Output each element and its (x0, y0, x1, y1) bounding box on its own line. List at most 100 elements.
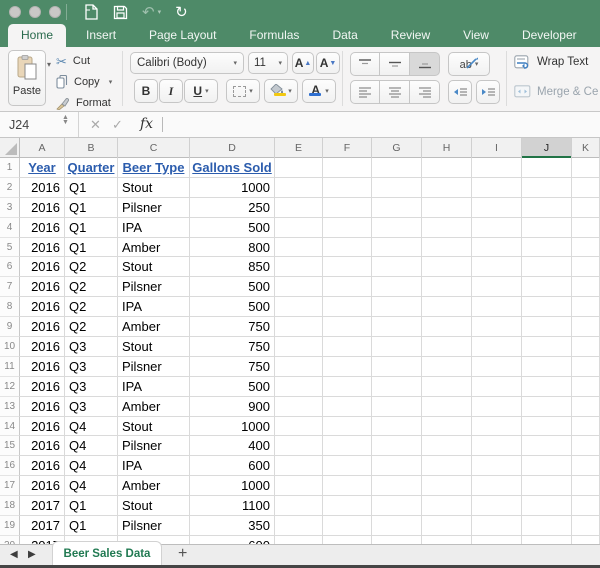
cell-D10[interactable]: 750 (190, 337, 275, 357)
cell-A6[interactable]: 2016 (20, 257, 65, 278)
bold-button[interactable]: B (134, 79, 158, 103)
cell-C2[interactable]: Stout (118, 177, 190, 198)
cell-J2[interactable] (522, 177, 572, 198)
cell-I17[interactable] (472, 476, 522, 497)
cell-F18[interactable] (323, 496, 372, 517)
cell-E15[interactable] (275, 436, 323, 457)
row-header-18[interactable]: 18 (0, 496, 20, 517)
cell-D4[interactable]: 500 (190, 217, 275, 238)
col-header-A[interactable]: A (20, 138, 65, 158)
cell-G18[interactable] (372, 496, 422, 517)
cell-A2[interactable]: 2016 (20, 177, 65, 198)
name-box[interactable]: J24 (9, 118, 29, 132)
copy-dropdown-icon[interactable]: ▾ (109, 78, 113, 86)
cell-H8[interactable] (422, 297, 472, 318)
cell-F3[interactable] (323, 197, 372, 218)
cell-B5[interactable]: Q1 (65, 237, 118, 258)
cell-E1[interactable] (275, 158, 323, 178)
cell-A17[interactable]: 2016 (20, 476, 65, 497)
cell-J13[interactable] (522, 396, 572, 417)
row-header-5[interactable]: 5 (0, 237, 20, 258)
cell-H1[interactable] (422, 158, 472, 178)
cell-F12[interactable] (323, 376, 372, 397)
cell-K11[interactable] (572, 356, 600, 377)
cell-B19[interactable]: Q1 (65, 516, 118, 536)
cell-F16[interactable] (323, 456, 372, 477)
cell-C14[interactable]: Stout (118, 416, 190, 437)
cell-F10[interactable] (323, 337, 372, 357)
cell-J9[interactable] (522, 317, 572, 338)
cell-E8[interactable] (275, 297, 323, 318)
cell-K3[interactable] (572, 197, 600, 218)
cell-I6[interactable] (472, 257, 522, 278)
cell-H2[interactable] (422, 177, 472, 198)
cell-D19[interactable]: 350 (190, 516, 275, 536)
cell-C7[interactable]: Pilsner (118, 277, 190, 298)
cell-A3[interactable]: 2016 (20, 197, 65, 218)
cell-F14[interactable] (323, 416, 372, 437)
cell-B14[interactable]: Q4 (65, 416, 118, 437)
cell-B11[interactable]: Q3 (65, 356, 118, 377)
cell-B18[interactable]: Q1 (65, 496, 118, 517)
row-header-3[interactable]: 3 (0, 197, 20, 218)
cell-E17[interactable] (275, 476, 323, 497)
cell-C6[interactable]: Stout (118, 257, 190, 278)
cell-D18[interactable]: 1100 (190, 496, 275, 517)
cell-C18[interactable]: Stout (118, 496, 190, 517)
cell-I11[interactable] (472, 356, 522, 377)
cell-K19[interactable] (572, 516, 600, 536)
cell-J11[interactable] (522, 356, 572, 377)
cell-I20[interactable] (472, 535, 522, 544)
row-header-10[interactable]: 10 (0, 337, 20, 357)
row-header-4[interactable]: 4 (0, 217, 20, 238)
col-header-D[interactable]: D (190, 138, 275, 158)
formula-input[interactable] (166, 112, 600, 137)
cell-K15[interactable] (572, 436, 600, 457)
cell-C9[interactable]: Amber (118, 317, 190, 338)
cell-D14[interactable]: 1000 (190, 416, 275, 437)
enter-icon[interactable]: ✓ (112, 117, 123, 133)
cell-C19[interactable]: Pilsner (118, 516, 190, 536)
cell-E5[interactable] (275, 237, 323, 258)
cell-D1[interactable]: Gallons Sold (190, 158, 275, 178)
cell-I16[interactable] (472, 456, 522, 477)
cell-B17[interactable]: Q4 (65, 476, 118, 497)
cell-J18[interactable] (522, 496, 572, 517)
merge-center-button[interactable]: Merge & Ce (514, 85, 598, 98)
cell-K16[interactable] (572, 456, 600, 477)
cell-G2[interactable] (372, 177, 422, 198)
cell-A13[interactable]: 2016 (20, 396, 65, 417)
cell-A12[interactable]: 2016 (20, 376, 65, 397)
cell-F6[interactable] (323, 257, 372, 278)
cell-D8[interactable]: 500 (190, 297, 275, 318)
borders-button[interactable]: ▾ (226, 79, 260, 103)
insert-function-icon[interactable]: fx (140, 116, 153, 132)
cell-H3[interactable] (422, 197, 472, 218)
cell-I3[interactable] (472, 197, 522, 218)
cell-G17[interactable] (372, 476, 422, 497)
font-color-button[interactable]: A ▾ (302, 79, 336, 103)
cell-C17[interactable]: Amber (118, 476, 190, 497)
cell-A7[interactable]: 2016 (20, 277, 65, 298)
align-middle-button[interactable] (380, 52, 410, 76)
ribbon-tab-insert[interactable]: Insert (73, 24, 129, 47)
cell-A5[interactable]: 2016 (20, 237, 65, 258)
cell-H18[interactable] (422, 496, 472, 517)
cell-G1[interactable] (372, 158, 422, 178)
cell-H6[interactable] (422, 257, 472, 278)
cell-J5[interactable] (522, 237, 572, 258)
row-header-8[interactable]: 8 (0, 297, 20, 318)
cell-F5[interactable] (323, 237, 372, 258)
cell-H11[interactable] (422, 356, 472, 377)
ribbon-tab-page-layout[interactable]: Page Layout (136, 24, 229, 47)
col-header-G[interactable]: G (372, 138, 422, 158)
col-header-C[interactable]: C (118, 138, 190, 158)
cell-H19[interactable] (422, 516, 472, 536)
cell-I12[interactable] (472, 376, 522, 397)
cell-K14[interactable] (572, 416, 600, 437)
cell-A18[interactable]: 2017 (20, 496, 65, 517)
cell-J16[interactable] (522, 456, 572, 477)
row-header-11[interactable]: 11 (0, 356, 20, 377)
row-header-15[interactable]: 15 (0, 436, 20, 457)
row-header-20[interactable]: 20 (0, 535, 20, 544)
